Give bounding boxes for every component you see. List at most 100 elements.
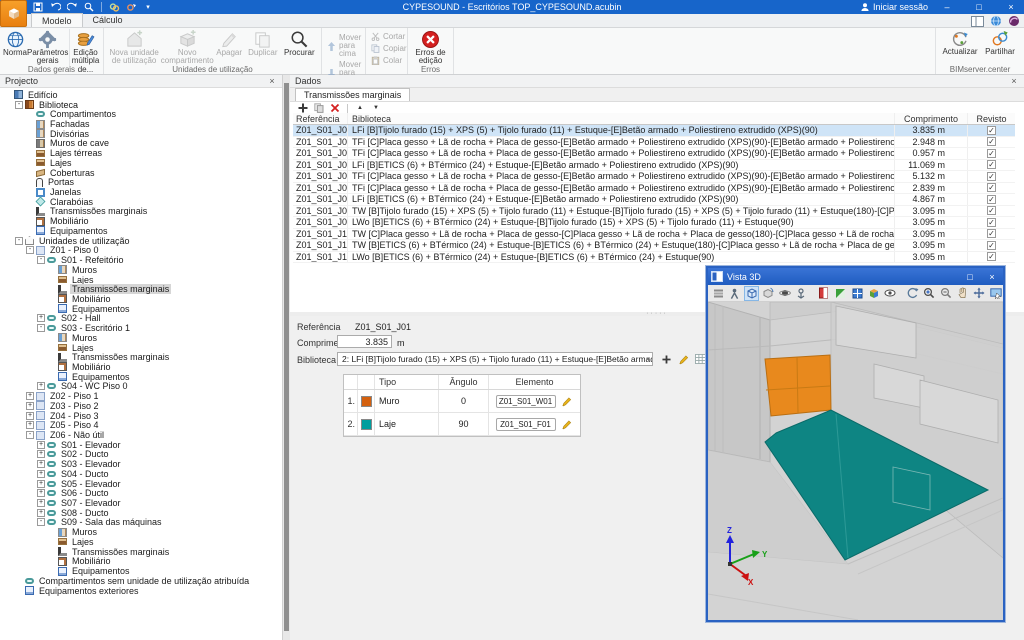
tree-item[interactable]: Fachadas [0, 119, 282, 129]
tree-item[interactable]: Z06 - Não útil [0, 430, 282, 440]
tree-item[interactable]: Lajes térreas [0, 148, 282, 158]
undo-icon[interactable] [48, 1, 62, 13]
tree-toggle[interactable] [26, 392, 34, 400]
tree-toggle[interactable] [37, 450, 45, 458]
save-icon[interactable] [31, 1, 45, 13]
element-ref-button[interactable]: Z01_S01_F01 [496, 418, 556, 431]
mover-cima-button[interactable]: Mover para cima [325, 33, 365, 59]
revisto-checkbox[interactable]: ✓ [987, 218, 996, 227]
tree-toggle[interactable] [37, 509, 45, 517]
novo-compartimento-button[interactable]: Novo compartimento [161, 29, 213, 65]
tree-toggle[interactable] [15, 101, 23, 109]
tree-item[interactable]: S02 - Ducto [0, 450, 282, 460]
zoom-in-icon[interactable] [922, 286, 937, 301]
tree-toggle[interactable] [37, 480, 45, 488]
table-row[interactable]: Z01_S01_J04 LFi [B]ETICS (6) + BTérmico … [293, 160, 1015, 172]
tree-item[interactable]: Lajes [0, 275, 282, 285]
turn-model-icon[interactable] [905, 286, 920, 301]
tab-modelo[interactable]: Modelo [31, 13, 83, 27]
revisto-checkbox[interactable]: ✓ [987, 241, 996, 250]
rotate-cube-icon[interactable] [761, 286, 776, 301]
revisto-checkbox[interactable]: ✓ [987, 229, 996, 238]
tree-item[interactable]: Z03 - Piso 2 [0, 401, 282, 411]
tree-item[interactable]: Janelas [0, 187, 282, 197]
revisto-checkbox[interactable]: ✓ [987, 149, 996, 158]
revisto-checkbox[interactable]: ✓ [987, 183, 996, 192]
tree-toggle[interactable] [37, 324, 45, 332]
apagar-button[interactable]: Apagar [213, 29, 245, 65]
actualizar-button[interactable]: Actualizar [940, 29, 980, 65]
tree-toggle[interactable] [37, 460, 45, 468]
viewport-3d[interactable]: Z Y X [708, 302, 1003, 620]
tree-item[interactable]: S06 - Ducto [0, 488, 282, 498]
tree-item[interactable]: Muros [0, 527, 282, 537]
revisto-checkbox[interactable]: ✓ [987, 160, 996, 169]
tree-toggle[interactable] [26, 402, 34, 410]
web-globe-icon[interactable] [990, 15, 1002, 29]
subtable-row[interactable]: 1. Muro 0 Z01_S01_W01 [344, 390, 580, 413]
tree-item[interactable]: Lajes [0, 158, 282, 168]
parametros-gerais-button[interactable]: Parâmetros gerais [27, 29, 68, 65]
tree-toggle[interactable] [26, 246, 34, 254]
table-row[interactable]: Z01_S01_J02 TFi [C]Placa gesso + Lã de r… [293, 137, 1015, 149]
tree-item[interactable]: Mobiliário [0, 557, 282, 567]
table-row[interactable]: Z01_S01_J03 TFi [C]Placa gesso + Lã de r… [293, 148, 1015, 160]
table-row[interactable]: Z01_S01_J12 LWo [B]ETICS (6) + BTérmico … [293, 252, 1015, 264]
col-biblioteca[interactable]: Biblioteca [347, 113, 894, 124]
procurar-button[interactable]: Procurar [281, 29, 318, 65]
revisto-checkbox[interactable]: ✓ [987, 172, 996, 181]
bim-sync-icon[interactable] [107, 1, 121, 13]
vista3d-maximize-button[interactable]: □ [959, 268, 981, 285]
cype-swirl-icon[interactable] [1008, 15, 1020, 29]
tree-item[interactable]: Transmissões marginais [0, 352, 282, 362]
projecto-close-icon[interactable]: × [267, 76, 277, 86]
tree-item[interactable]: S02 - Hall [0, 314, 282, 324]
tree-toggle[interactable] [37, 470, 45, 478]
tree-item[interactable]: Transmissões marginais [0, 284, 282, 294]
edicao-multipla-button[interactable]: Edição múltipla de... [71, 29, 100, 65]
tree-item[interactable]: S03 - Elevador [0, 459, 282, 469]
revisto-checkbox[interactable]: ✓ [987, 206, 996, 215]
comprimento-input[interactable]: 3.835 [337, 335, 392, 348]
customize-toolbar-icon[interactable]: ▾ [141, 1, 155, 13]
tree-toggle[interactable] [37, 441, 45, 449]
add-row-icon[interactable] [297, 103, 309, 114]
minimize-button[interactable]: – [934, 0, 960, 14]
tree-item[interactable]: S01 - Refeitório [0, 255, 282, 265]
tree-item[interactable]: Equipamentos [0, 566, 282, 576]
tree-toggle[interactable] [26, 431, 34, 439]
tree-item[interactable]: S03 - Escritório 1 [0, 323, 282, 333]
table-row[interactable]: Z01_S01_J01 LFi [B]Tijolo furado (15) + … [293, 125, 1015, 137]
tree-item[interactable]: S09 - Sala das máquinas [0, 518, 282, 528]
table-row[interactable]: Z01_S01_J10 TW [C]Placa gesso + Lã de ro… [293, 229, 1015, 241]
tree-item[interactable]: Equipamentos [0, 226, 282, 236]
biblioteca-add-icon[interactable] [659, 352, 674, 366]
tree-item[interactable]: Coberturas [0, 168, 282, 178]
table-row[interactable]: Z01_S01_J06 TFi [C]Placa gesso + Lã de r… [293, 183, 1015, 195]
search-zoom-icon[interactable] [82, 1, 96, 13]
table-row[interactable]: Z01_S01_J07 LFi [B]ETICS (6) + BTérmico … [293, 194, 1015, 206]
tree-item[interactable]: Compartimentos sem unidade de utilização… [0, 576, 282, 586]
duplicar-button[interactable]: Duplicar [245, 29, 281, 65]
table-row[interactable]: Z01_S01_J05 TFi [C]Placa gesso + Lã de r… [293, 171, 1015, 183]
app-menu-button[interactable] [0, 0, 27, 27]
revisto-checkbox[interactable]: ✓ [987, 137, 996, 146]
close-button[interactable]: × [998, 0, 1024, 14]
revisto-checkbox[interactable]: ✓ [987, 252, 996, 261]
tree-item[interactable]: Transmissões marginais [0, 547, 282, 557]
textures-cube-icon[interactable] [866, 286, 881, 301]
tree-item[interactable]: Portas [0, 177, 282, 187]
vista3d-close-button[interactable]: × [981, 268, 1003, 285]
window-grid-icon[interactable] [850, 286, 865, 301]
tree-scrollbar[interactable] [283, 75, 290, 640]
tree-item[interactable]: Edifício [0, 90, 282, 100]
move-row-down-icon[interactable]: ▼ [370, 103, 382, 114]
norma-button[interactable]: Norma [3, 29, 27, 65]
tree-item[interactable]: Transmissões marginais [0, 207, 282, 217]
orbit-icon[interactable] [777, 286, 792, 301]
door-icon[interactable] [817, 286, 832, 301]
tree-toggle[interactable] [26, 421, 34, 429]
revisto-checkbox[interactable]: ✓ [987, 195, 996, 204]
visibility-eye-icon[interactable] [883, 286, 898, 301]
tree-item[interactable]: Mobiliário [0, 362, 282, 372]
